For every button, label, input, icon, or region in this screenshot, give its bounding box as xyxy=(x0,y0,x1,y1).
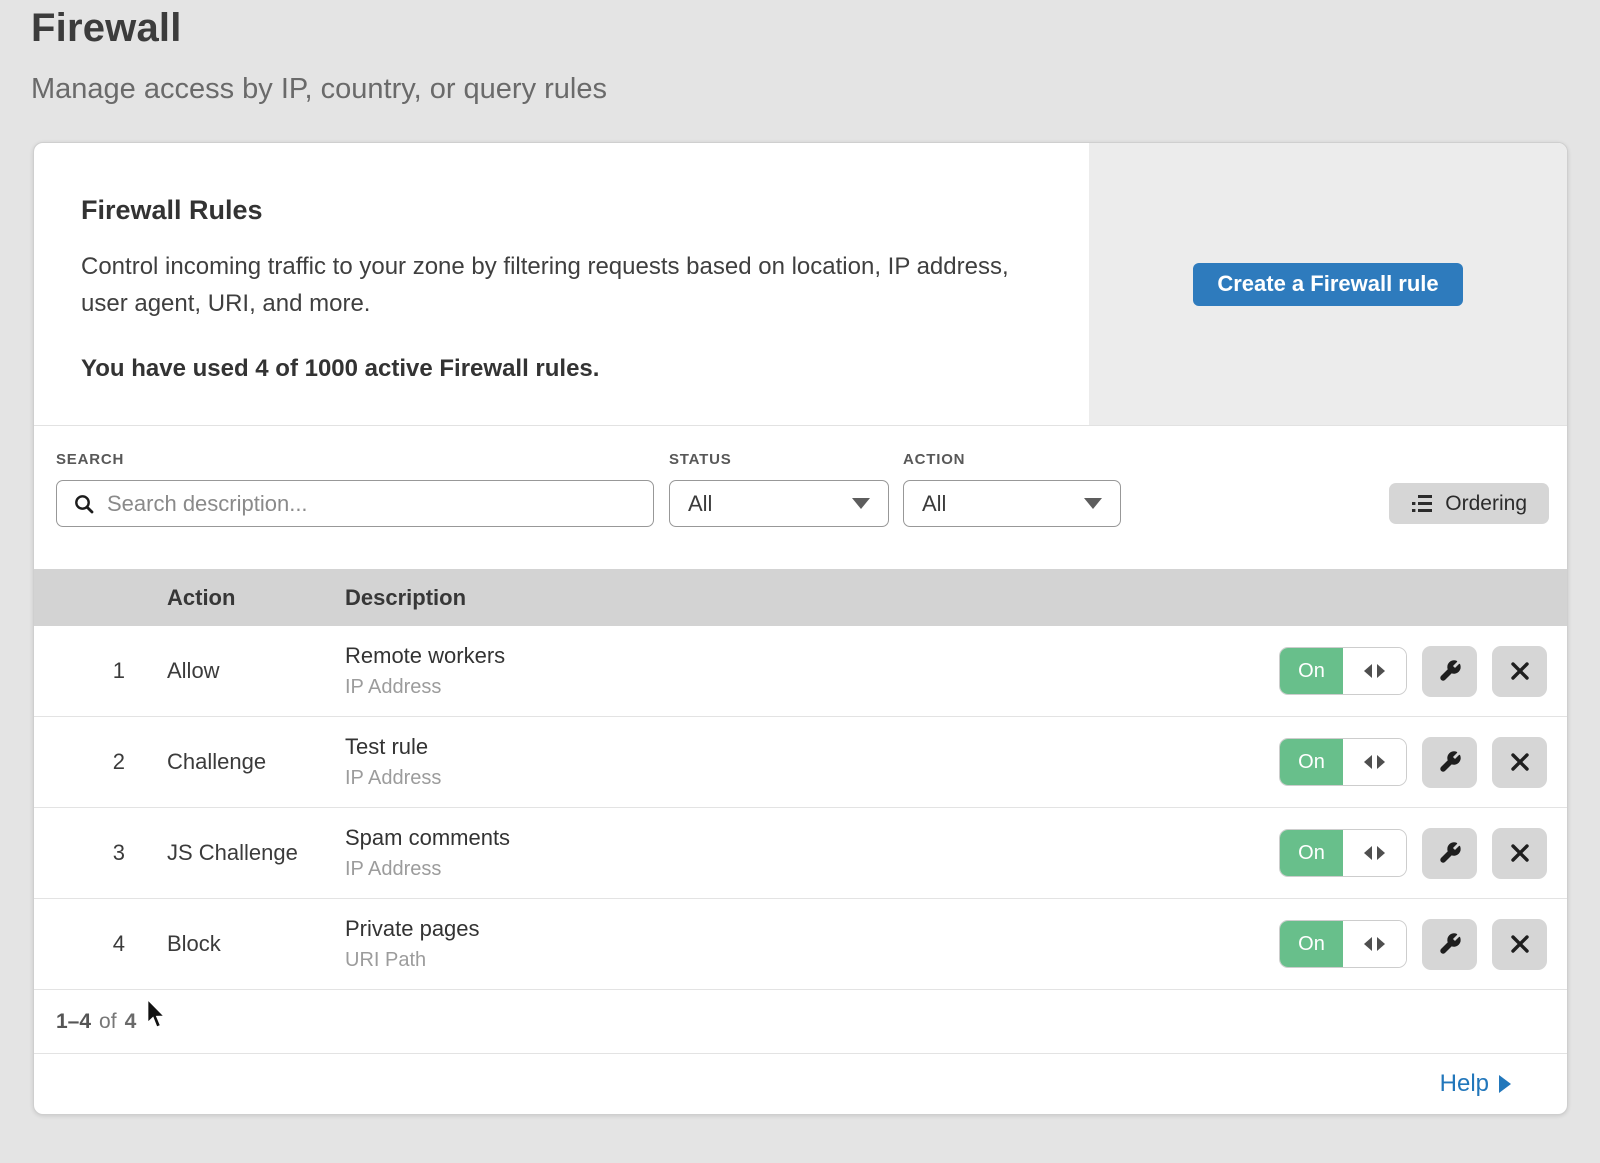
search-filter-group: SEARCH xyxy=(56,451,654,527)
pagination-total: 4 xyxy=(125,1010,137,1034)
action-filter-group: ACTION All xyxy=(903,451,1121,527)
ordering-button-label: Ordering xyxy=(1445,492,1527,516)
rule-number: 1 xyxy=(34,658,167,684)
page-header: Firewall Manage access by IP, country, o… xyxy=(0,0,1600,106)
rule-enabled-toggle[interactable]: On xyxy=(1279,920,1407,968)
help-arrow-icon xyxy=(1499,1075,1511,1093)
rule-controls: On xyxy=(1279,737,1567,788)
pagination-bar: 1–4 of 4 xyxy=(34,990,1567,1054)
help-link-label: Help xyxy=(1440,1070,1489,1098)
rule-match-type: IP Address xyxy=(345,676,1279,699)
action-select[interactable]: All xyxy=(903,480,1121,527)
close-icon xyxy=(1510,934,1530,954)
toggle-arrows-icon xyxy=(1343,648,1406,694)
delete-rule-button[interactable] xyxy=(1492,646,1547,697)
rule-enabled-toggle[interactable]: On xyxy=(1279,647,1407,695)
rule-action: JS Challenge xyxy=(167,840,345,866)
rule-description: Test rule xyxy=(345,734,1279,760)
rule-action: Challenge xyxy=(167,749,345,775)
rule-action: Block xyxy=(167,931,345,957)
rule-description: Remote workers xyxy=(345,643,1279,669)
table-row: 2 Challenge Test rule IP Address On xyxy=(34,717,1567,808)
toggle-arrows-icon xyxy=(1343,830,1406,876)
intro-text-block: Firewall Rules Control incoming traffic … xyxy=(34,143,1089,425)
close-icon xyxy=(1510,661,1530,681)
delete-rule-button[interactable] xyxy=(1492,919,1547,970)
toggle-arrows-icon xyxy=(1343,739,1406,785)
search-box[interactable] xyxy=(56,480,654,527)
toggle-on-label: On xyxy=(1280,921,1343,967)
intro-action-panel: Create a Firewall rule xyxy=(1089,143,1567,425)
intro-description: Control incoming traffic to your zone by… xyxy=(81,248,1019,322)
intro-section: Firewall Rules Control incoming traffic … xyxy=(34,143,1567,426)
table-row: 3 JS Challenge Spam comments IP Address … xyxy=(34,808,1567,899)
rule-number: 4 xyxy=(34,931,167,957)
intro-usage-text: You have used 4 of 1000 active Firewall … xyxy=(81,355,1019,383)
filters-bar: SEARCH STATUS All ACTION All xyxy=(34,426,1567,569)
rule-match-type: IP Address xyxy=(345,858,1279,881)
rule-controls: On xyxy=(1279,919,1567,970)
rule-enabled-toggle[interactable]: On xyxy=(1279,829,1407,877)
rule-controls: On xyxy=(1279,828,1567,879)
chevron-down-icon xyxy=(852,498,870,509)
rule-controls: On xyxy=(1279,646,1567,697)
rule-action: Allow xyxy=(167,658,345,684)
status-filter-group: STATUS All xyxy=(669,451,889,527)
rule-enabled-toggle[interactable]: On xyxy=(1279,738,1407,786)
create-firewall-rule-button[interactable]: Create a Firewall rule xyxy=(1193,263,1462,306)
toggle-arrows-icon xyxy=(1343,921,1406,967)
page-subtitle: Manage access by IP, country, or query r… xyxy=(31,73,1600,106)
pagination-range: 1–4 xyxy=(56,1010,91,1034)
rule-number: 3 xyxy=(34,840,167,866)
rule-number: 2 xyxy=(34,749,167,775)
rule-description-cell: Private pages URI Path xyxy=(345,916,1279,972)
card-footer: Help xyxy=(34,1054,1567,1114)
ordering-list-icon xyxy=(1411,494,1433,513)
status-select[interactable]: All xyxy=(669,480,889,527)
search-icon xyxy=(73,493,95,515)
status-label: STATUS xyxy=(669,451,889,468)
edit-rule-button[interactable] xyxy=(1422,828,1477,879)
table-header: Action Description xyxy=(34,569,1567,626)
help-link[interactable]: Help xyxy=(1440,1070,1511,1098)
action-selected-value: All xyxy=(922,491,946,517)
table-row: 1 Allow Remote workers IP Address On xyxy=(34,626,1567,717)
chevron-down-icon xyxy=(1084,498,1102,509)
ordering-button[interactable]: Ordering xyxy=(1389,483,1549,524)
edit-rule-button[interactable] xyxy=(1422,919,1477,970)
header-description-column: Description xyxy=(345,585,1567,611)
rule-description-cell: Test rule IP Address xyxy=(345,734,1279,790)
delete-rule-button[interactable] xyxy=(1492,737,1547,788)
search-input[interactable] xyxy=(107,491,639,517)
close-icon xyxy=(1510,843,1530,863)
toggle-on-label: On xyxy=(1280,830,1343,876)
edit-rule-button[interactable] xyxy=(1422,646,1477,697)
wrench-icon xyxy=(1438,659,1462,683)
table-row: 4 Block Private pages URI Path On xyxy=(34,899,1567,990)
page-title: Firewall xyxy=(31,6,1600,51)
status-selected-value: All xyxy=(688,491,712,517)
rule-match-type: URI Path xyxy=(345,949,1279,972)
toggle-on-label: On xyxy=(1280,648,1343,694)
delete-rule-button[interactable] xyxy=(1492,828,1547,879)
toggle-on-label: On xyxy=(1280,739,1343,785)
wrench-icon xyxy=(1438,932,1462,956)
search-label: SEARCH xyxy=(56,451,654,468)
rule-description: Private pages xyxy=(345,916,1279,942)
wrench-icon xyxy=(1438,841,1462,865)
rule-description: Spam comments xyxy=(345,825,1279,851)
rule-description-cell: Remote workers IP Address xyxy=(345,643,1279,699)
firewall-rules-card: Firewall Rules Control incoming traffic … xyxy=(33,142,1568,1115)
header-action-column: Action xyxy=(167,585,345,611)
close-icon xyxy=(1510,752,1530,772)
rule-description-cell: Spam comments IP Address xyxy=(345,825,1279,881)
action-label: ACTION xyxy=(903,451,1121,468)
wrench-icon xyxy=(1438,750,1462,774)
pagination-of-text: of xyxy=(99,1010,117,1034)
rule-match-type: IP Address xyxy=(345,767,1279,790)
intro-heading: Firewall Rules xyxy=(81,195,1019,226)
edit-rule-button[interactable] xyxy=(1422,737,1477,788)
